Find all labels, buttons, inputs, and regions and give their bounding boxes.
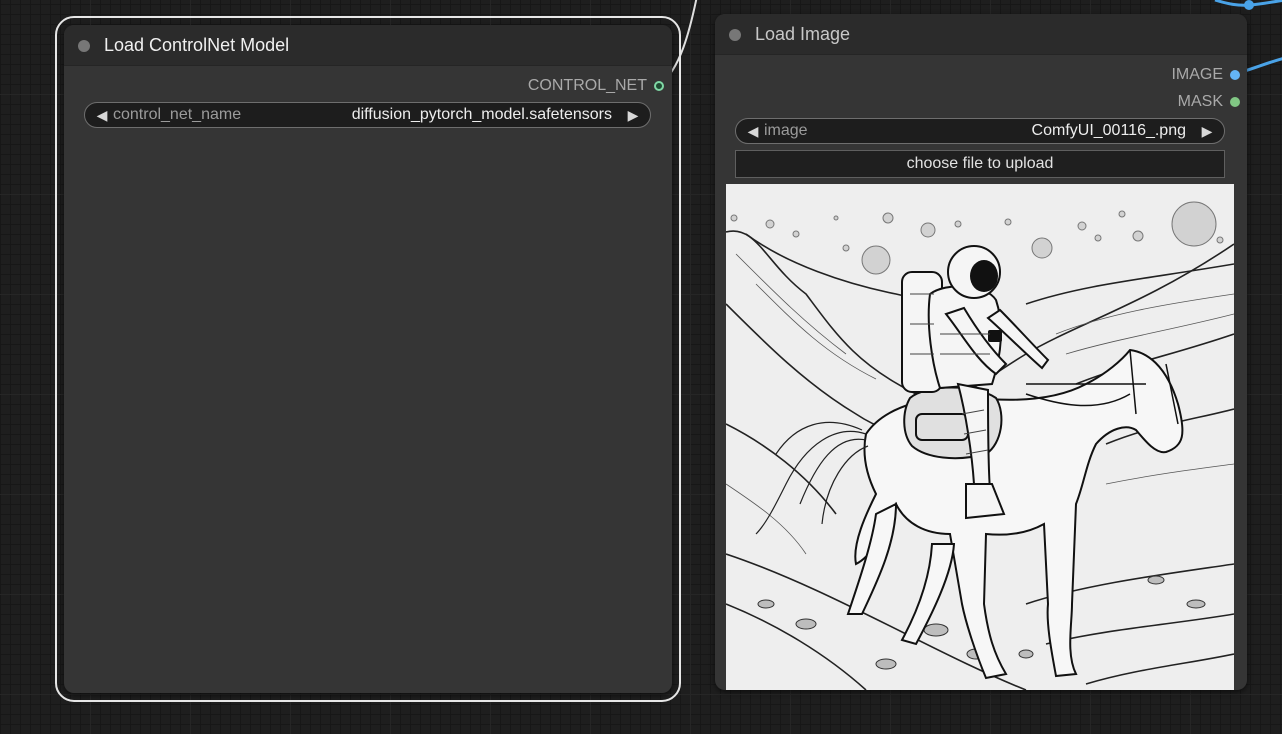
- control-net-output[interactable]: CONTROL_NET: [528, 77, 664, 95]
- node-graph-canvas[interactable]: Load ControlNet Model CONTROL_NET ◀ cont…: [0, 0, 1282, 734]
- node-title: Load ControlNet Model: [104, 35, 290, 55]
- collapse-dot-icon[interactable]: [729, 29, 741, 41]
- widget-label: control_net_name: [113, 106, 242, 123]
- upper-image-wire: [1214, 0, 1282, 7]
- image-preview: [726, 184, 1234, 690]
- choose-file-upload-button[interactable]: choose file to upload: [735, 150, 1225, 178]
- collapse-dot-icon[interactable]: [78, 40, 90, 52]
- control-net-name-combo[interactable]: ◀ control_net_name diffusion_pytorch_mod…: [84, 102, 651, 128]
- astronaut-horse-illustration: [726, 184, 1234, 690]
- image-output[interactable]: IMAGE: [1171, 66, 1240, 84]
- widget-label: image: [764, 122, 808, 139]
- mask-output[interactable]: MASK: [1178, 93, 1240, 111]
- right-arrow-icon[interactable]: ▶: [624, 107, 642, 124]
- output-label: CONTROL_NET: [527, 77, 647, 94]
- wire-reroute-dot: [1244, 0, 1254, 10]
- widget-value: ComfyUI_00116_.png: [1031, 122, 1186, 139]
- image-output-slot-icon[interactable]: [1230, 70, 1240, 80]
- right-arrow-icon[interactable]: ▶: [1198, 123, 1216, 140]
- output-label: MASK: [1177, 93, 1223, 110]
- mask-output-slot-icon[interactable]: [1230, 97, 1240, 107]
- load-controlnet-model-node[interactable]: Load ControlNet Model CONTROL_NET ◀ cont…: [55, 16, 681, 702]
- control-net-output-slot-icon[interactable]: [654, 81, 664, 91]
- image-combo[interactable]: ◀ image ComfyUI_00116_.png ▶: [735, 118, 1225, 144]
- node-title-bar[interactable]: Load ControlNet Model: [64, 25, 672, 66]
- left-arrow-icon[interactable]: ◀: [744, 123, 762, 140]
- widget-value: diffusion_pytorch_model.safetensors: [351, 106, 612, 123]
- node-title-bar[interactable]: Load Image: [715, 14, 1247, 55]
- left-arrow-icon[interactable]: ◀: [93, 107, 111, 124]
- node-title: Load Image: [755, 24, 851, 44]
- output-label: IMAGE: [1171, 66, 1223, 83]
- load-image-node[interactable]: Load Image IMAGE MASK ◀ image ComfyUI_00…: [715, 14, 1247, 690]
